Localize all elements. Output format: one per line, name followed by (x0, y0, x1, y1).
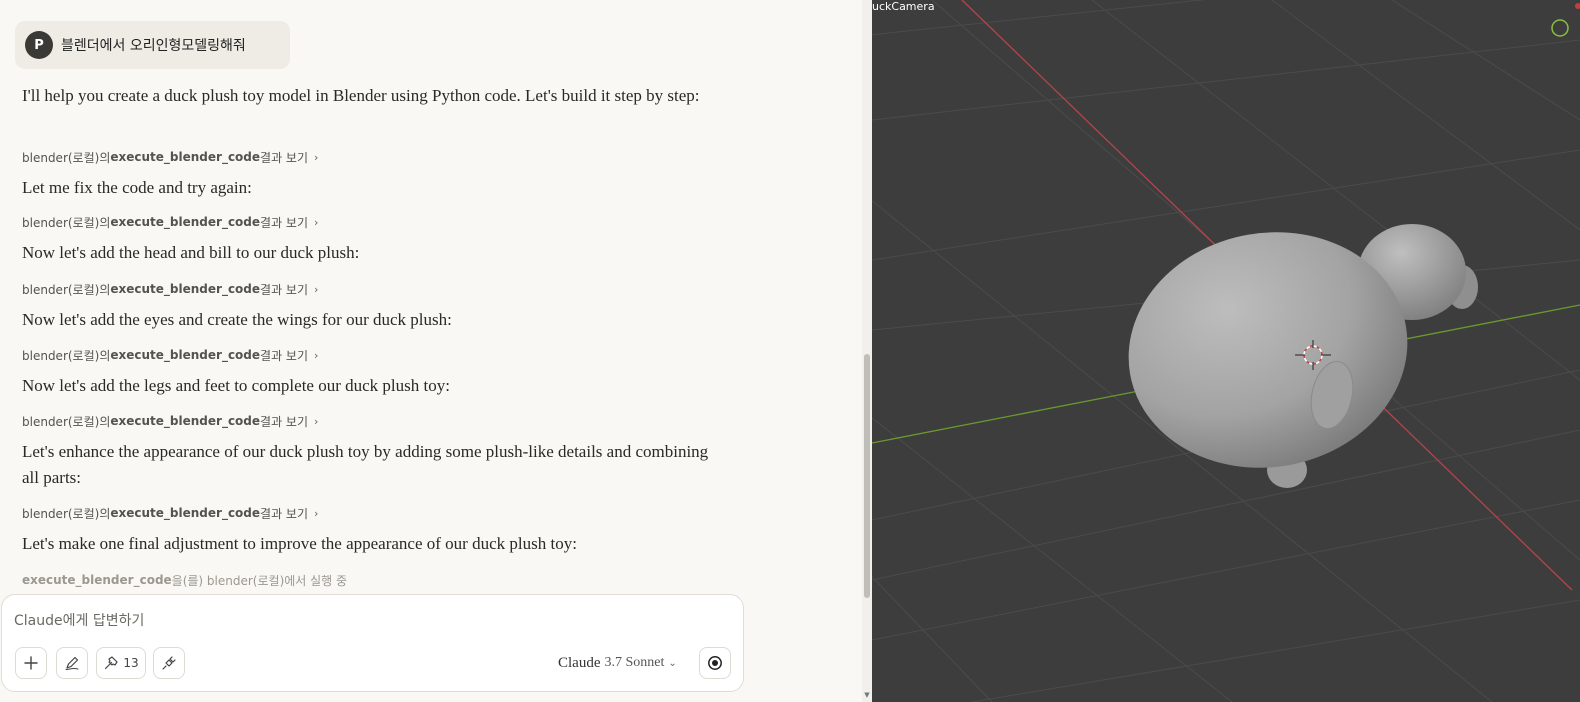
chevron-down-icon: ⌄ (668, 657, 677, 669)
assistant-message: Let's enhance the appearance of our duck… (22, 442, 709, 487)
tool-name: execute_blender_code (110, 414, 261, 428)
scrollbar-thumb[interactable] (864, 354, 870, 598)
viewport-scene (872, 0, 1580, 702)
tool-prefix: blender(로컬)의 (22, 348, 111, 363)
tool-name: execute_blender_code (110, 150, 261, 164)
user-message-text: 블렌더에서 오리인형모델링해줘 (61, 38, 246, 54)
tool-result-link[interactable]: blender(로컬)의 execute_blender_code 결과 보기 › (22, 279, 318, 299)
integrations-button[interactable] (153, 647, 185, 679)
plus-icon (24, 656, 38, 670)
tools-count: 13 (123, 656, 139, 670)
chat-pane: P 블렌더에서 오리인형모델링해줘 I'll help you create a… (0, 0, 872, 702)
chevron-right-icon: › (314, 150, 319, 164)
tool-suffix: 결과 보기 (260, 150, 309, 165)
tool-prefix: blender(로컬)의 (22, 414, 111, 429)
hammer-icon (105, 656, 118, 670)
chevron-right-icon: › (314, 414, 319, 428)
plug-icon (162, 656, 176, 670)
model-version: 3.7 Sonnet (604, 655, 665, 670)
tool-prefix: blender(로컬)의 (22, 282, 111, 297)
assistant-message: Let me fix the code and try again: (22, 178, 252, 197)
style-button[interactable] (56, 647, 88, 679)
chevron-right-icon: › (314, 348, 319, 362)
tool-result-link[interactable]: blender(로컬)의 execute_blender_code 결과 보기 › (22, 411, 318, 431)
tool-running-status: execute_blender_code 을(를) blender(로컬)에서 실… (22, 570, 347, 590)
tool-prefix: blender(로컬)의 (22, 215, 111, 230)
assistant-message: Let's make one final adjustment to impro… (22, 534, 577, 553)
avatar: P (25, 31, 53, 59)
tool-prefix: blender(로컬)의 (22, 506, 111, 521)
tool-result-link[interactable]: blender(로컬)의 execute_blender_code 결과 보기 › (22, 345, 318, 365)
composer: 13 Claude 3.7 Sonnet ⌄ (1, 594, 744, 692)
tool-suffix: 결과 보기 (260, 414, 309, 429)
tool-running-suffix: 을(를) blender(로컬)에서 실행 중 (171, 573, 348, 588)
tool-result-link[interactable]: blender(로컬)의 execute_blender_code 결과 보기 › (22, 503, 318, 523)
tool-suffix: 결과 보기 (260, 282, 309, 297)
add-button[interactable] (15, 647, 47, 679)
tool-suffix: 결과 보기 (260, 215, 309, 230)
model-selector[interactable]: Claude 3.7 Sonnet ⌄ (558, 651, 677, 675)
assistant-message: I'll help you create a duck plush toy mo… (22, 86, 700, 105)
voice-button[interactable] (699, 647, 731, 679)
chevron-right-icon: › (314, 282, 319, 296)
camera-label: uckCamera (872, 0, 935, 13)
tool-result-link[interactable]: blender(로컬)의 execute_blender_code 결과 보기 › (22, 212, 318, 232)
user-message: P 블렌더에서 오리인형모델링해줘 (15, 21, 290, 69)
reply-input[interactable] (14, 609, 714, 633)
tool-suffix: 결과 보기 (260, 348, 309, 363)
tool-name: execute_blender_code (110, 348, 261, 362)
tools-button[interactable]: 13 (96, 647, 146, 679)
tool-suffix: 결과 보기 (260, 506, 309, 521)
tool-name: execute_blender_code (110, 506, 261, 520)
assistant-message: Now let's add the eyes and create the wi… (22, 310, 452, 329)
tool-name: execute_blender_code (110, 282, 261, 296)
gizmo-y-icon (1551, 19, 1569, 37)
model-name: Claude (558, 654, 601, 671)
assistant-message: Now let's add the legs and feet to compl… (22, 376, 450, 395)
blender-viewport[interactable]: uckCamera (872, 0, 1580, 702)
tool-result-link[interactable]: blender(로컬)의 execute_blender_code 결과 보기 › (22, 147, 318, 167)
tool-prefix: blender(로컬)의 (22, 150, 111, 165)
scroll-down-icon[interactable]: ▼ (862, 689, 872, 701)
record-icon (708, 656, 722, 670)
gizmo-x-icon (1575, 3, 1580, 9)
tool-name: execute_blender_code (22, 573, 172, 587)
chevron-right-icon: › (314, 215, 319, 229)
assistant-message: Now let's add the head and bill to our d… (22, 243, 360, 262)
pen-icon (65, 656, 79, 671)
tool-name: execute_blender_code (110, 215, 261, 229)
chevron-right-icon: › (314, 506, 319, 520)
